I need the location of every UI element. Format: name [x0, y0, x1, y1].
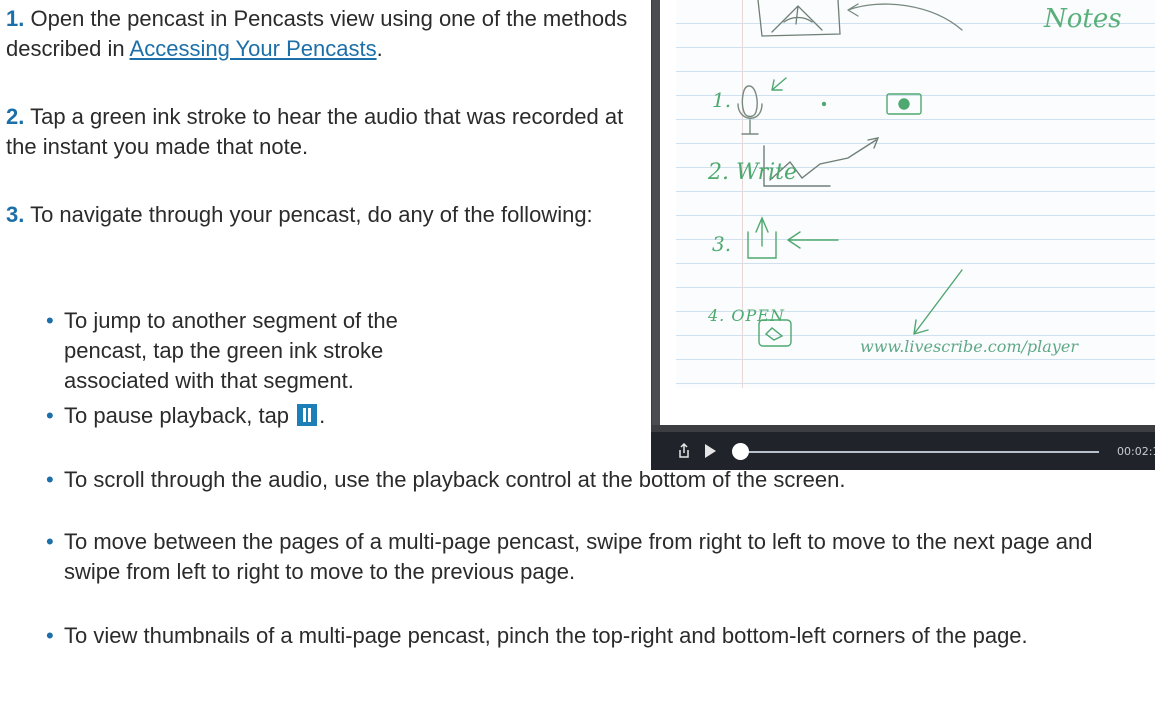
step-text: Tap a green ink stroke to hear the audio…: [6, 104, 624, 159]
bullet-item: • To view thumbnails of a multi-page pen…: [46, 621, 1144, 651]
handwriting-item-4: 4. OPEN: [708, 306, 785, 325]
microphone-drawing: [737, 85, 763, 135]
progress-handle[interactable]: [732, 443, 749, 460]
bullet-dot: •: [46, 403, 54, 428]
step-3: 3. To navigate through your pencast, do …: [6, 200, 646, 230]
playback-time: 00:02:14: [1117, 445, 1155, 458]
help-page: 1. Open the pencast in Pencasts view usi…: [0, 0, 1155, 721]
upload-drawing: [747, 216, 777, 259]
step-number: 1.: [6, 6, 25, 31]
bullet-text: To scroll through the audio, use the pla…: [64, 467, 846, 492]
handwriting-item-3: 3.: [712, 232, 732, 256]
handwriting-url: www.livescribe.com/player: [860, 337, 1078, 356]
sketch-arrow: [847, 3, 963, 31]
step-1: 1. Open the pencast in Pencasts view usi…: [6, 4, 646, 64]
bullet-text: To jump to another segment of the pencas…: [64, 308, 398, 393]
step-text-end: .: [376, 36, 383, 61]
bullet-dot: •: [46, 308, 54, 333]
sketch-pen-drawing: [771, 5, 823, 33]
bullet-text-end: .: [319, 403, 326, 428]
pause-icon: [297, 404, 318, 426]
bullet-dot: •: [46, 529, 54, 554]
bullet-dot: •: [46, 623, 54, 648]
step-text: To navigate through your pencast, do any…: [30, 202, 593, 227]
play-icon[interactable]: [705, 444, 716, 458]
share-icon[interactable]: [677, 443, 691, 459]
accessing-pencasts-link[interactable]: Accessing Your Pencasts: [130, 36, 377, 61]
handwritten-sketch: [737, 0, 963, 347]
handwriting-item-2: 2. Write: [708, 160, 798, 185]
arrow-to-mic: [771, 77, 787, 91]
bullet-text: To view thumbnails of a multi-page penca…: [64, 623, 1028, 648]
arrow-to-upload: [787, 231, 839, 249]
bullet-item: • To pause playback, tap .: [46, 401, 564, 431]
step-number: 2.: [6, 104, 25, 129]
playback-bar: 00:02:14: [651, 432, 1155, 470]
step-number: 3.: [6, 202, 25, 227]
progress-track[interactable]: [739, 451, 1099, 453]
arrow-down-left: [913, 269, 963, 335]
bullet-item: • To jump to another segment of the penc…: [46, 306, 434, 396]
handwriting-item-1: 1.: [712, 88, 732, 112]
handwriting-notes: Notes: [1044, 4, 1122, 34]
bullet-dot: •: [46, 467, 54, 492]
bullet-text: To move between the pages of a multi-pag…: [64, 529, 1093, 584]
step-2: 2. Tap a green ink stroke to hear the au…: [6, 102, 646, 162]
bullet-item: • To move between the pages of a multi-p…: [46, 527, 1144, 587]
bullet-text: To pause playback, tap: [64, 403, 296, 428]
